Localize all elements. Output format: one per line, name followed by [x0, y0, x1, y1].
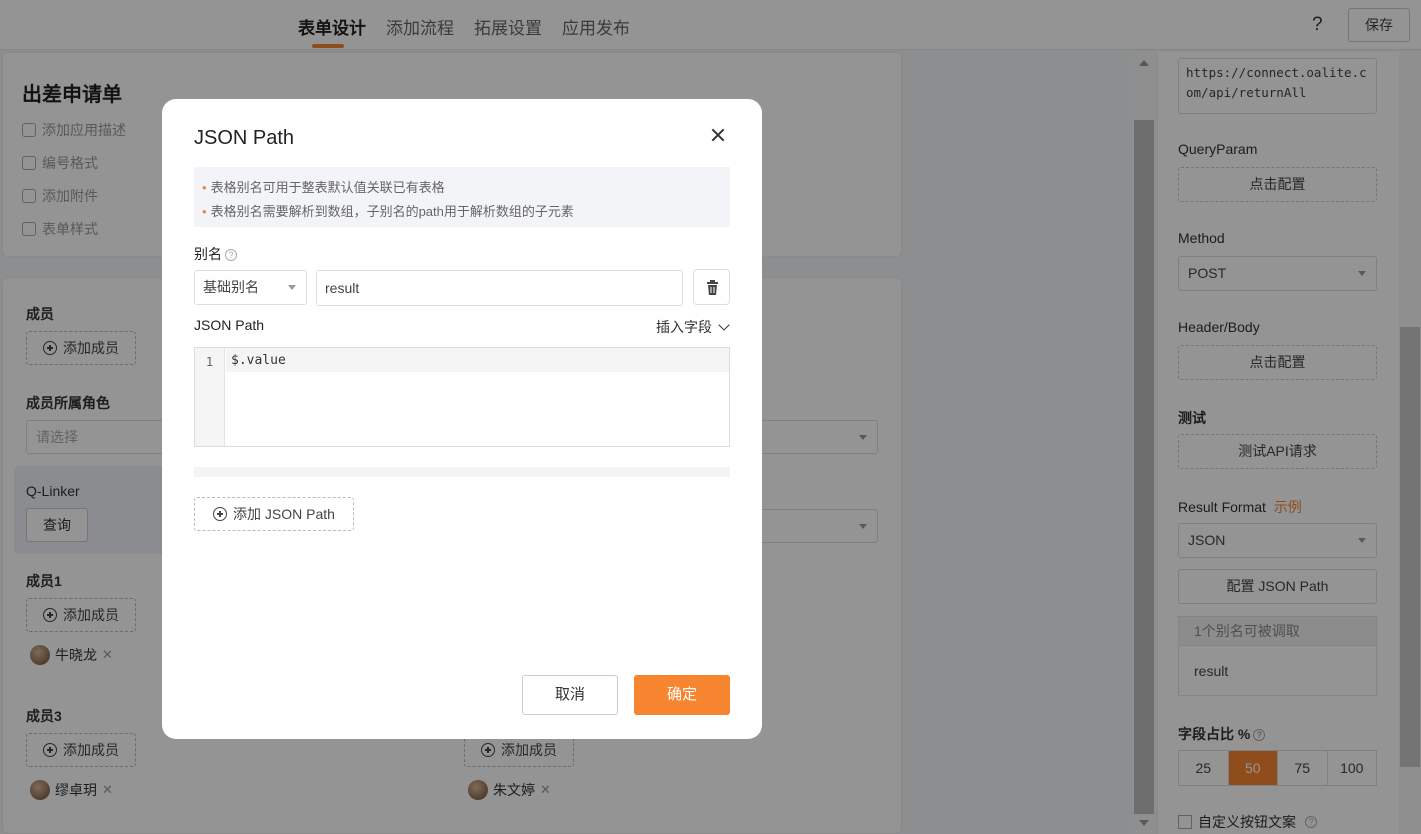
alias-label: 别名?	[194, 244, 237, 264]
cancel-button[interactable]: 取消	[522, 675, 618, 715]
json-path-label: JSON Path	[194, 317, 265, 333]
dialog-title: JSON Path	[194, 127, 295, 149]
add-json-path-button[interactable]: 添加 JSON Path	[194, 497, 354, 531]
delete-alias-button[interactable]	[693, 269, 730, 305]
code-line[interactable]: $.value	[226, 348, 729, 372]
plus-circle-icon	[213, 507, 228, 521]
line-number: 1	[195, 348, 225, 446]
close-icon[interactable]	[709, 126, 727, 144]
code-editor[interactable]: 1 $.value	[194, 347, 730, 447]
alias-input[interactable]	[316, 270, 683, 306]
chevron-down-icon	[288, 285, 296, 290]
insert-field-label: 插入字段	[656, 319, 712, 335]
add-json-path-label: 添加 JSON Path	[233, 506, 335, 522]
trash-icon	[707, 280, 718, 295]
help-icon[interactable]: ?	[225, 249, 237, 262]
tips-box: 表格别名可用于整表默认值关联已有表格 表格别名需要解析到数组，子别名的path用…	[194, 167, 730, 227]
chevron-down-icon	[718, 319, 730, 331]
tip-item: 表格别名可用于整表默认值关联已有表格	[202, 176, 722, 200]
confirm-button[interactable]: 确定	[634, 675, 730, 715]
json-path-dialog: JSON Path 表格别名可用于整表默认值关联已有表格 表格别名需要解析到数组…	[162, 99, 762, 739]
tip-item: 表格别名需要解析到数组，子别名的path用于解析数组的子元素	[202, 200, 722, 224]
insert-field-dropdown[interactable]: 插入字段	[656, 317, 730, 337]
alias-type-select[interactable]: 基础别名	[194, 270, 307, 305]
alias-type-value: 基础别名	[203, 279, 259, 295]
alias-label-text: 别名	[194, 246, 222, 262]
section-divider	[194, 467, 730, 477]
